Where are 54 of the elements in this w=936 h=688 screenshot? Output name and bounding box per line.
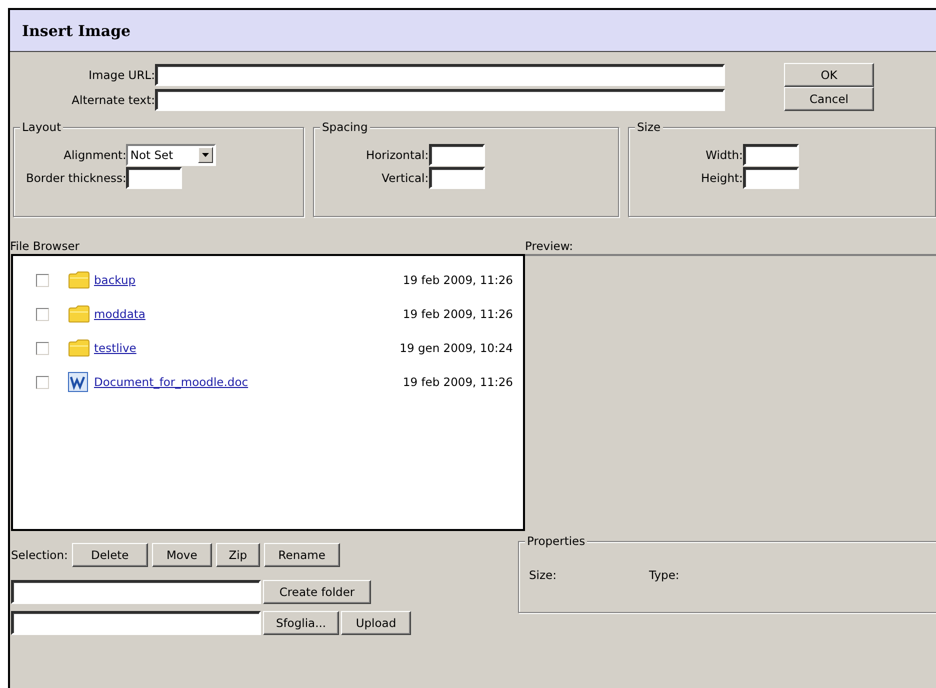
- file-date: 19 feb 2009, 11:26: [402, 273, 513, 287]
- property-label: Type:: [649, 568, 680, 582]
- folder-name-field[interactable]: [11, 580, 261, 604]
- file-link[interactable]: backup: [94, 273, 136, 287]
- create-folder-button[interactable]: Create folder: [263, 580, 371, 604]
- field-label: Border thickness:: [26, 171, 126, 185]
- upload-button[interactable]: Upload: [341, 611, 411, 635]
- field-label: Width:: [704, 148, 743, 162]
- field-label: Horizontal:: [366, 148, 429, 162]
- checkbox[interactable]: [36, 274, 49, 286]
- file-date: 19 gen 2009, 10:24: [400, 341, 513, 355]
- file-date: 19 feb 2009, 11:26: [402, 375, 513, 389]
- file-date: 19 feb 2009, 11:26: [402, 307, 513, 321]
- file-link[interactable]: Document_for_moodle.doc: [94, 375, 248, 389]
- checkbox[interactable]: [36, 376, 49, 388]
- input-field[interactable]: [742, 167, 799, 189]
- action-button[interactable]: Rename: [264, 543, 340, 567]
- selection-label: Selection:: [11, 548, 68, 562]
- action-button[interactable]: Delete: [72, 543, 148, 567]
- group-legend: Properties: [525, 534, 588, 548]
- checkbox[interactable]: [36, 308, 49, 320]
- field-label: Height:: [701, 171, 743, 185]
- action-button[interactable]: Zip: [216, 543, 260, 567]
- file-link[interactable]: testlive: [94, 341, 136, 355]
- input-field[interactable]: [742, 144, 799, 166]
- file-link[interactable]: moddata: [94, 307, 146, 321]
- input-field[interactable]: [428, 144, 485, 166]
- folder-icon: [68, 271, 90, 289]
- input-field[interactable]: [126, 167, 182, 189]
- input-field[interactable]: [428, 167, 485, 189]
- browse-button[interactable]: Sfoglia...: [263, 611, 339, 635]
- field-label: Vertical:: [380, 171, 429, 185]
- upload-file-field[interactable]: [11, 611, 261, 635]
- checkbox[interactable]: [36, 342, 49, 354]
- section-label: File Browser: [10, 238, 80, 254]
- input-field[interactable]: [155, 88, 725, 110]
- group-legend: Size: [635, 120, 663, 134]
- folder-icon: [68, 305, 90, 323]
- dialog-button[interactable]: Cancel: [784, 87, 874, 111]
- section-label: Preview:: [525, 238, 574, 254]
- alignment-select[interactable]: Not Set: [126, 144, 216, 166]
- property-label: Size:: [529, 568, 558, 582]
- select-value: Not Set: [130, 148, 174, 162]
- field-label: Alignment:: [62, 148, 126, 162]
- field-label: Image URL:: [88, 68, 155, 82]
- input-field[interactable]: [155, 64, 725, 86]
- dialog-button[interactable]: OK: [784, 63, 874, 87]
- document-icon: [68, 372, 88, 392]
- group-legend: Layout: [20, 120, 64, 134]
- group-legend: Spacing: [320, 120, 370, 134]
- field-label: Alternate text:: [70, 92, 155, 106]
- folder-icon: [68, 339, 90, 357]
- window-title: Insert Image: [10, 10, 936, 52]
- action-button[interactable]: Move: [152, 543, 212, 567]
